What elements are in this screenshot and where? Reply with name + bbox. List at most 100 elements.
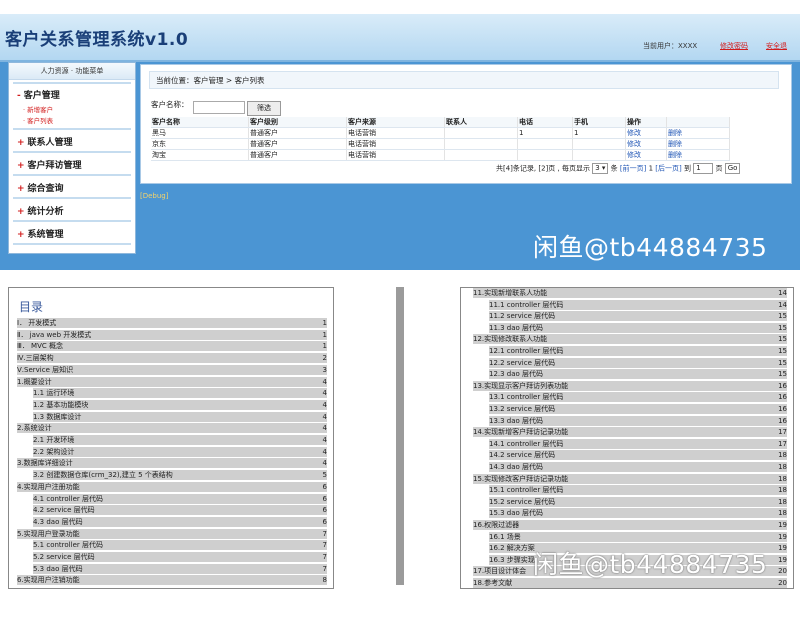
- toc-entry[interactable]: Ⅳ.三层架构 2: [17, 353, 327, 364]
- toc-entry[interactable]: 14.1 controller 层代码 17: [489, 438, 787, 449]
- toc-entry[interactable]: 2.系统设计 4: [17, 423, 327, 434]
- toc-entry[interactable]: 11.实现新增联系人功能 14: [473, 288, 787, 298]
- toc-entry[interactable]: 4.2 service 层代码 6: [33, 505, 327, 516]
- toc-entry-text: Ⅴ.Service 层知识: [17, 365, 74, 374]
- toc-entry-page: 7: [322, 564, 327, 573]
- toc-entry[interactable]: 2.1 开发环境 4: [33, 435, 327, 445]
- toc-entry-text: 3.数据库详细设计: [17, 459, 73, 468]
- toc-entry[interactable]: 14.实现新增客户拜访记录功能 17: [473, 427, 787, 438]
- toc-entry[interactable]: 1.概要设计 4: [17, 376, 327, 387]
- toc-entry[interactable]: 2.2 架构设计 4: [33, 446, 327, 457]
- delete-link[interactable]: 删除: [666, 149, 730, 161]
- toc-entry[interactable]: 12.3 dao 层代码 15: [489, 369, 787, 380]
- toc-entry[interactable]: 15.3 dao 层代码 18: [489, 508, 787, 519]
- toc-entry[interactable]: 11.1 controller 层代码 14: [489, 299, 787, 310]
- toc-entry[interactable]: 4.实现用户注册功能 6: [17, 481, 327, 492]
- cell: 黑马: [151, 127, 249, 139]
- delete-link[interactable]: 删除: [666, 138, 730, 150]
- toc-entry-text: 5.3 dao 层代码: [33, 564, 83, 573]
- prev-page-link[interactable]: [前一页]: [620, 165, 646, 173]
- debug-link[interactable]: [Debug]: [140, 192, 168, 200]
- cell: [517, 138, 573, 150]
- divider: [13, 151, 131, 153]
- toc-entry-text: 15.2 service 层代码: [489, 497, 556, 506]
- toc-entry[interactable]: 15.2 service 层代码 18: [489, 496, 787, 507]
- change-password-link[interactable]: 修改密码: [720, 41, 748, 51]
- toc-entry[interactable]: 11.3 dao 层代码 15: [489, 322, 787, 333]
- toc-entry[interactable]: 5.1 controller 层代码 7: [33, 540, 327, 551]
- toc-entry[interactable]: 5.2 service 层代码 7: [33, 552, 327, 562]
- edit-link[interactable]: 修改: [625, 149, 667, 161]
- go-button[interactable]: Go: [724, 163, 741, 174]
- toc-entry[interactable]: 13.实现显示客户拜访列表功能 16: [473, 380, 787, 391]
- sidebar-item-contacts[interactable]: + 联系人管理: [17, 135, 73, 148]
- toc-entry-page: 19: [778, 521, 787, 529]
- logout-link[interactable]: 安全退: [766, 41, 787, 51]
- toc-entry[interactable]: 15.实现修改客户拜访记录功能 18: [473, 473, 787, 484]
- toc-entry-text: 5.实现用户登录功能: [17, 529, 80, 538]
- toc-entry[interactable]: 13.1 controller 层代码 16: [489, 392, 787, 403]
- toc-entry-page: 4: [322, 412, 327, 421]
- toc-entry-text: 12.1 controller 层代码: [489, 347, 564, 355]
- toc-entry[interactable]: Ⅱ． java web 开发模式 1: [17, 329, 327, 340]
- toc-entry-text: 15.3 dao 层代码: [489, 509, 544, 518]
- sidebar-item-system[interactable]: + 系统管理: [17, 227, 64, 240]
- col-header: 电话: [517, 117, 573, 128]
- sidebar-sub-new-customer[interactable]: · 新增客户: [23, 104, 53, 114]
- toc-entry[interactable]: 1.3 数据库设计 4: [33, 411, 327, 422]
- toc-entry[interactable]: 6.实现用户注销功能 8: [17, 575, 327, 586]
- edit-link[interactable]: 修改: [625, 138, 667, 150]
- toc-entry-text: 16.权限过滤器: [473, 521, 520, 529]
- toc-entry-text: 2.1 开发环境: [33, 436, 75, 444]
- sidebar-item-statistics[interactable]: + 统计分析: [17, 204, 64, 217]
- sidebar-item-customer[interactable]: - 客户管理: [17, 88, 60, 101]
- sidebar-item-visits[interactable]: + 客户拜访管理: [17, 158, 82, 171]
- toc-entry[interactable]: 14.3 dao 层代码 18: [489, 462, 787, 472]
- divider: [13, 220, 131, 222]
- toc-entry-text: Ⅰ． 开发模式: [17, 319, 57, 327]
- toc-entry[interactable]: 1.1 运行环境 4: [33, 388, 327, 399]
- toc-entry[interactable]: 16.权限过滤器 19: [473, 520, 787, 530]
- toc-entry[interactable]: 12.实现修改联系人功能 15: [473, 334, 787, 345]
- next-page-link[interactable]: [后一页]: [655, 165, 681, 173]
- cell: [444, 127, 518, 139]
- toc-entry[interactable]: 5.实现用户登录功能 7: [17, 528, 327, 539]
- goto-page-input[interactable]: 1: [693, 163, 714, 174]
- filter-button[interactable]: 筛选: [247, 101, 281, 116]
- sidebar-item-query[interactable]: + 综合查询: [17, 181, 64, 194]
- toc-entry[interactable]: 5.3 dao 层代码 7: [33, 563, 327, 574]
- customer-name-input[interactable]: [193, 101, 245, 114]
- toc-entry-text: 4.1 controller 层代码: [33, 494, 103, 503]
- toc-entry[interactable]: 11.2 service 层代码 15: [489, 311, 787, 322]
- toc-entry[interactable]: 12.2 service 层代码 15: [489, 357, 787, 368]
- edit-link[interactable]: 修改: [625, 127, 667, 139]
- toc-entry[interactable]: 4.1 controller 层代码 6: [33, 493, 327, 504]
- toc-entry[interactable]: 12.1 controller 层代码 15: [489, 346, 787, 356]
- page-size-select[interactable]: 3 ▾: [592, 163, 609, 174]
- cell: 电话营销: [346, 149, 445, 161]
- toc-entry[interactable]: 1.2 基本功能模块 4: [33, 399, 327, 410]
- watermark: 闲鱼@tb44884735: [533, 550, 768, 579]
- toc-entry[interactable]: 14.2 service 层代码 18: [489, 450, 787, 461]
- cell: 1: [517, 127, 573, 139]
- sidebar-sub-customer-list[interactable]: · 客户列表: [23, 115, 53, 125]
- toc-entry[interactable]: Ⅰ． 开发模式 1: [17, 318, 327, 328]
- toc-entry-text: 2.2 架构设计: [33, 447, 75, 456]
- toc-entry-page: 6: [322, 494, 327, 503]
- toc-entry[interactable]: 15.1 controller 层代码 18: [489, 485, 787, 496]
- toc-entry-text: 13.2 service 层代码: [489, 405, 556, 413]
- toc-entry[interactable]: Ⅴ.Service 层知识 3: [17, 364, 327, 375]
- toc-entry-text: 11.实现新增联系人功能: [473, 289, 548, 297]
- toc-entry-page: 5: [322, 471, 327, 480]
- toc-entry[interactable]: Ⅲ． MVC 概念 1: [17, 341, 327, 352]
- toc-entry-page: 14: [778, 289, 787, 297]
- divider: [13, 197, 131, 199]
- toc-entry[interactable]: 16.1 场景 19: [489, 531, 787, 542]
- toc-entry[interactable]: 3.2 创建数据仓库(crm_32),建立 5 个表结构 5: [33, 470, 327, 481]
- toc-entry-page: 18: [778, 497, 787, 506]
- toc-entry[interactable]: 4.3 dao 层代码 6: [33, 516, 327, 527]
- delete-link[interactable]: 删除: [666, 127, 730, 139]
- toc-entry[interactable]: 13.3 dao 层代码 16: [489, 415, 787, 426]
- toc-entry[interactable]: 13.2 service 层代码 16: [489, 404, 787, 414]
- toc-entry[interactable]: 3.数据库详细设计 4: [17, 458, 327, 469]
